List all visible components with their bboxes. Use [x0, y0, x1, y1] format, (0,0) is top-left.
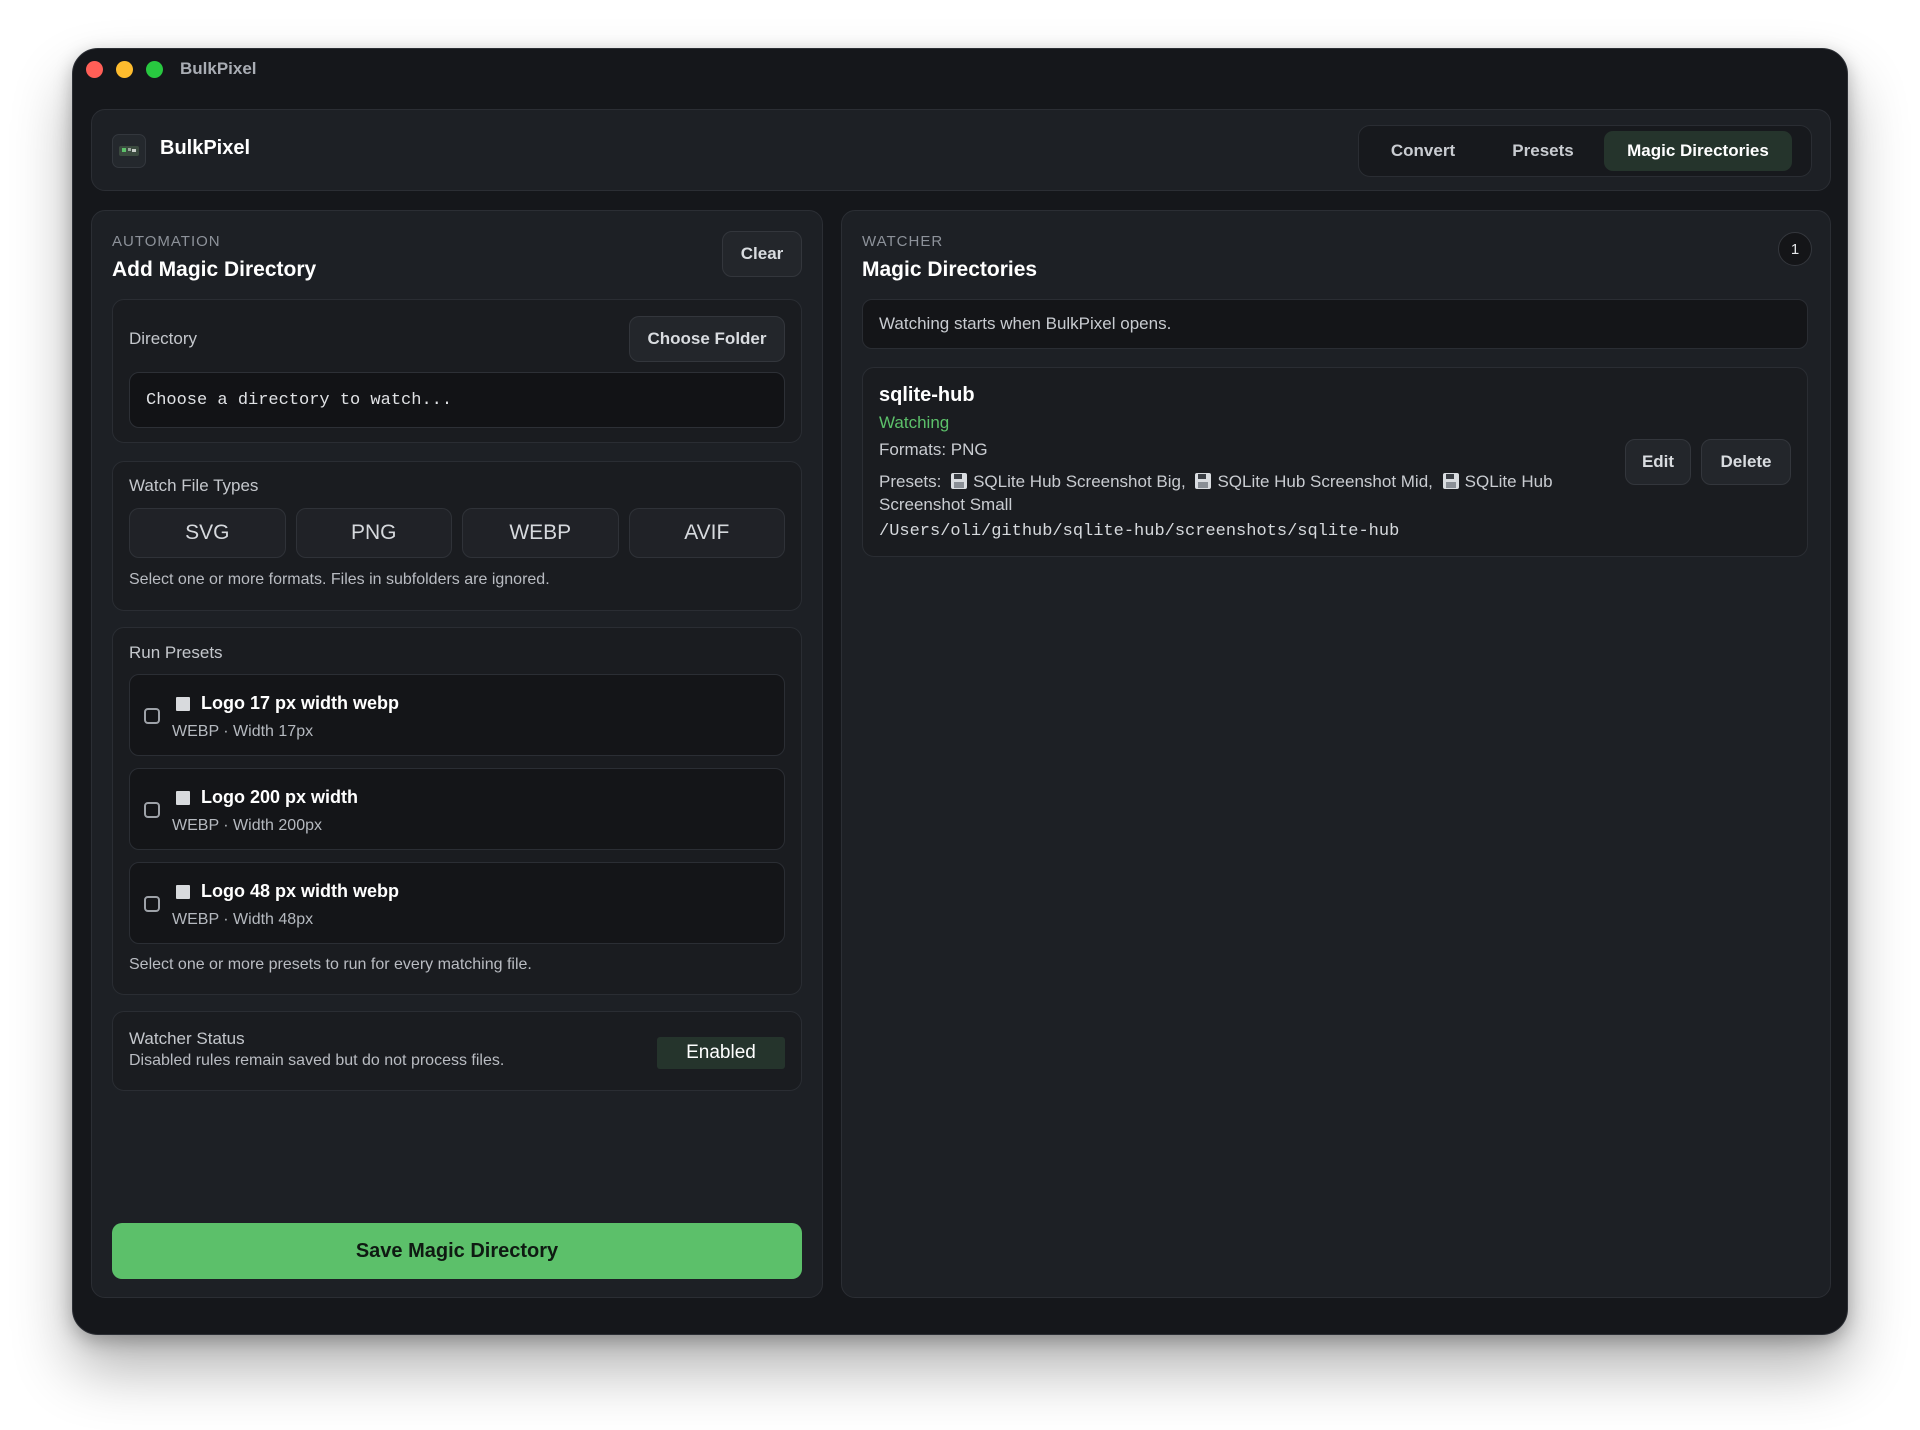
preset-item[interactable]: Logo 17 px width webp WEBP · Width 17px [129, 674, 785, 756]
preset-square-icon [176, 885, 190, 899]
preset-reference: SQLite Hub Screenshot Mid, [1217, 472, 1433, 491]
preset-square-icon [176, 697, 190, 711]
main-tabs: Convert Presets Magic Directories [1358, 125, 1812, 177]
preset-name: Logo 17 px width webp [201, 693, 399, 713]
format-avif-toggle[interactable]: AVIF [628, 508, 785, 558]
preset-item[interactable]: Logo 200 px width WEBP · Width 200px [129, 768, 785, 850]
preset-meta: WEBP · Width 17px [172, 723, 314, 740]
watcher-status-description: Disabled rules remain saved but do not p… [129, 1052, 505, 1069]
tab-presets[interactable]: Presets [1488, 131, 1598, 171]
magic-directories-panel: WATCHER Magic Directories 1 Watching sta… [841, 210, 1831, 1298]
directory-input[interactable] [129, 372, 785, 428]
panel-title: Add Magic Directory [112, 258, 317, 281]
preset-reference: SQLite Hub Screenshot Big, [973, 472, 1186, 491]
preset-meta: WEBP · Width 200px [172, 817, 322, 834]
floppy-disk-icon [1442, 473, 1459, 489]
floppy-disk-icon [951, 473, 968, 489]
directory-label: Directory [129, 329, 198, 348]
run-presets-hint: Select one or more presets to run for ev… [129, 956, 532, 973]
directory-count-badge: 1 [1778, 232, 1812, 266]
directory-path: /Users/oli/github/sqlite-hub/screenshots… [879, 522, 1400, 541]
tab-convert[interactable]: Convert [1364, 131, 1482, 171]
edit-directory-button[interactable]: Edit [1625, 439, 1691, 485]
close-window-button[interactable] [86, 61, 103, 78]
preset-name: Logo 200 px width [201, 787, 359, 807]
app-window: BulkPixel BulkPixel Convert Presets Magi… [72, 48, 1848, 1335]
format-png-toggle[interactable]: PNG [295, 508, 452, 558]
panel-eyebrow: WATCHER [862, 233, 944, 250]
watcher-status-section: Watcher Status Disabled rules remain sav… [112, 1011, 802, 1091]
run-presets-section: Run Presets Logo 17 px width webp WEBP ·… [112, 627, 802, 995]
add-magic-directory-panel: AUTOMATION Add Magic Directory Clear Dir… [91, 210, 823, 1298]
preset-checkbox[interactable] [144, 896, 160, 912]
preset-checkbox[interactable] [144, 708, 160, 724]
presets-prefix: Presets: [879, 472, 942, 491]
app-logo-icon [112, 134, 146, 168]
preset-checkbox[interactable] [144, 802, 160, 818]
format-webp-toggle[interactable]: WEBP [462, 508, 619, 558]
zoom-window-button[interactable] [146, 61, 163, 78]
brand-name: BulkPixel [160, 137, 251, 159]
title-bar: BulkPixel [73, 49, 1847, 91]
floppy-disk-icon [1195, 473, 1212, 489]
directory-section: Directory Choose Folder [112, 299, 802, 443]
file-types-section: Watch File Types SVG PNG WEBP AVIF Selec… [112, 461, 802, 611]
file-types-label: Watch File Types [129, 476, 259, 495]
top-nav: BulkPixel Convert Presets Magic Director… [91, 109, 1831, 191]
format-options: SVG PNG WEBP AVIF [129, 508, 785, 558]
watcher-status-toggle[interactable]: Enabled [657, 1037, 785, 1069]
preset-meta: WEBP · Width 48px [172, 911, 314, 928]
minimize-window-button[interactable] [116, 61, 133, 78]
file-types-hint: Select one or more formats. Files in sub… [129, 571, 550, 588]
save-magic-directory-button[interactable]: Save Magic Directory [112, 1223, 802, 1279]
panel-title: Magic Directories [862, 258, 1038, 281]
directory-presets: Presets: SQLite Hub Screenshot Big, SQLi… [879, 470, 1599, 516]
magic-directory-card: sqlite-hub Watching Formats: PNG Presets… [862, 367, 1808, 557]
directory-status: Watching [879, 413, 950, 432]
format-svg-toggle[interactable]: SVG [129, 508, 286, 558]
panel-eyebrow: AUTOMATION [112, 233, 221, 250]
window-title: BulkPixel [180, 59, 257, 78]
preset-item[interactable]: Logo 48 px width webp WEBP · Width 48px [129, 862, 785, 944]
directory-formats: Formats: PNG [879, 440, 988, 459]
choose-folder-button[interactable]: Choose Folder [629, 316, 785, 362]
directory-name: sqlite-hub [879, 384, 975, 406]
tab-magic-directories[interactable]: Magic Directories [1604, 131, 1792, 171]
preset-name: Logo 48 px width webp [201, 881, 399, 901]
preset-square-icon [176, 791, 190, 805]
clear-button[interactable]: Clear [722, 231, 802, 277]
watcher-status-title: Watcher Status [129, 1029, 245, 1048]
delete-directory-button[interactable]: Delete [1701, 439, 1791, 485]
run-presets-label: Run Presets [129, 643, 223, 662]
watcher-info-message: Watching starts when BulkPixel opens. [862, 299, 1808, 349]
